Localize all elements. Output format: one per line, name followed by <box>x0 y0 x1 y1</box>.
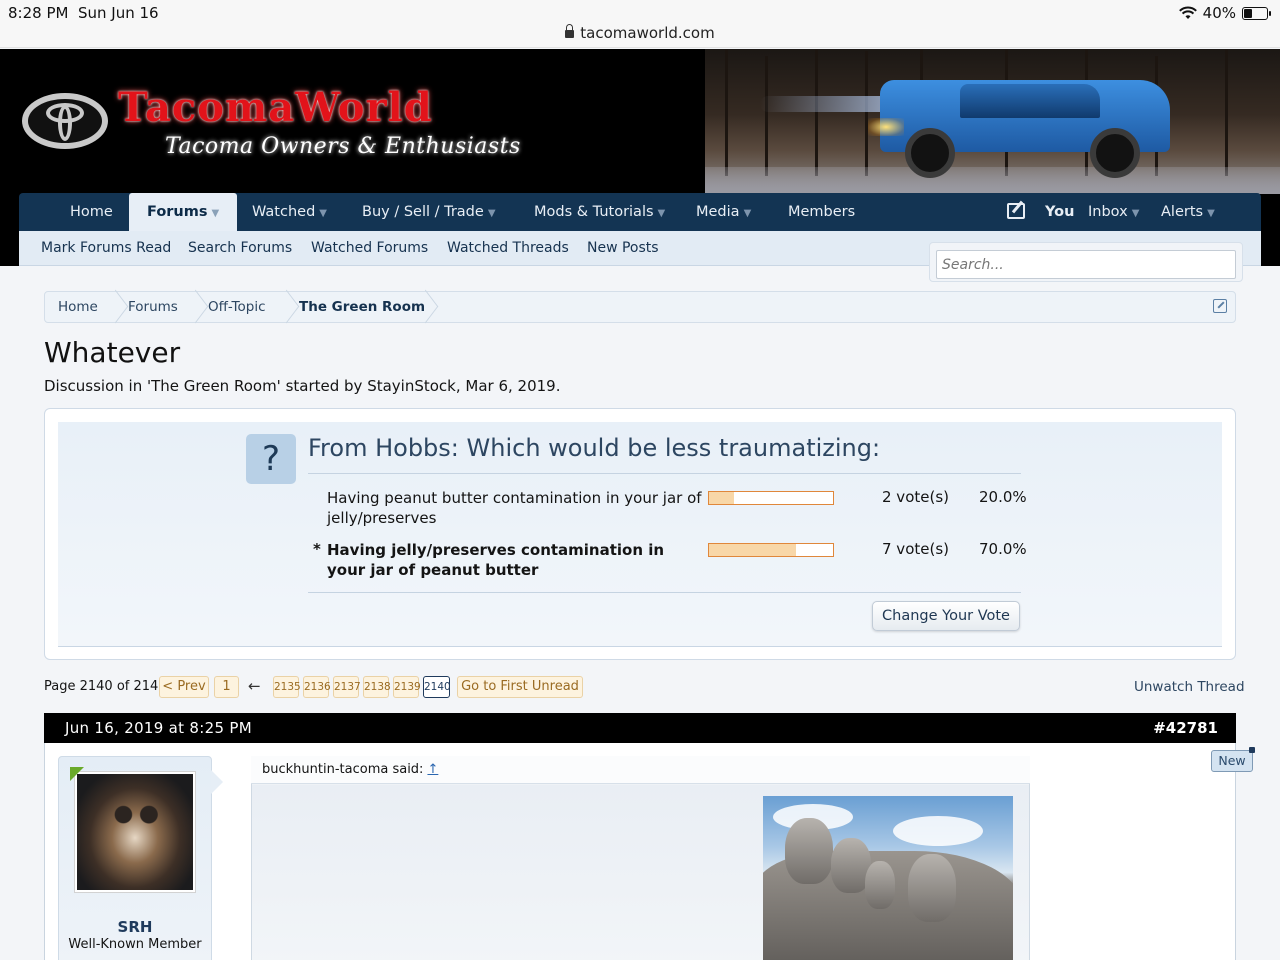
subnav-new-posts[interactable]: New Posts <box>587 231 659 265</box>
wifi-icon <box>1178 6 1197 19</box>
status-indicators: 40% <box>1178 4 1271 22</box>
breadcrumb-separator <box>107 292 121 322</box>
battery-icon <box>1242 6 1271 20</box>
poll-divider <box>308 592 1021 593</box>
site-tagline: Tacoma Owners & Enthusiasts <box>165 134 521 159</box>
page-2140-current[interactable]: 2140 <box>423 676 451 698</box>
subnav-watched-threads[interactable]: Watched Threads <box>447 231 569 265</box>
subnav-search-forums[interactable]: Search Forums <box>188 231 292 265</box>
nav-forums[interactable]: Forums ▼ <box>129 193 238 231</box>
quoted-image[interactable] <box>763 796 1013 960</box>
dropdown-arrow-icon: ▼ <box>743 208 752 219</box>
nav-members[interactable]: Members <box>788 193 855 231</box>
nav-watched[interactable]: Watched ▼ <box>252 193 327 231</box>
post-header: Jun 16, 2019 at 8:25 PM #42781 <box>44 713 1236 743</box>
breadcrumb-separator <box>417 292 431 322</box>
address-bar[interactable]: tacomaworld.com <box>0 24 1280 42</box>
breadcrumb-home[interactable]: Home <box>58 292 98 322</box>
poll-option-2-percent: 70.0% <box>979 540 1027 558</box>
username[interactable]: SRH <box>58 918 212 936</box>
go-to-first-unread-button[interactable]: Go to First Unread <box>457 676 583 698</box>
page-1-button[interactable]: 1 <box>214 676 239 698</box>
left-arrow-icon[interactable]: ← <box>248 677 261 695</box>
header-truck-cab <box>960 84 1100 118</box>
truck-wheel-front <box>905 128 955 178</box>
page-2136-button[interactable]: 2136 <box>303 676 331 698</box>
poll-question: From Hobbs: Which would be less traumati… <box>308 434 881 462</box>
avatar-image <box>77 774 193 890</box>
question-mark-icon: ? <box>246 434 296 484</box>
url-text: tacomaworld.com <box>580 24 715 42</box>
breadcrumb-separator <box>278 292 292 322</box>
thread-description: Discussion in 'The Green Room' started b… <box>44 377 561 395</box>
user-title: Well-Known Member <box>68 937 202 952</box>
online-indicator-icon <box>70 767 84 781</box>
header-snow <box>705 167 1280 194</box>
unwatch-thread-link[interactable]: Unwatch Thread <box>1134 679 1245 695</box>
new-post-badge: New <box>1211 747 1255 772</box>
page-2139-button[interactable]: 2139 <box>393 676 421 698</box>
nav-alerts[interactable]: Alerts ▼ <box>1161 193 1215 231</box>
poll-option-2-votes: 7 vote(s) <box>882 540 949 558</box>
dropdown-arrow-icon: ▼ <box>211 208 220 219</box>
dropdown-arrow-icon: ▼ <box>487 208 496 219</box>
quote-jump-arrow-icon[interactable]: ↑ <box>427 762 438 777</box>
breadcrumb-separator <box>187 292 201 322</box>
status-time-date: 8:28 PM Sun Jun 16 <box>8 4 159 22</box>
poll-option-2-bar <box>708 543 834 557</box>
post-date: Jun 16, 2019 at 8:25 PM <box>65 719 252 737</box>
voted-marker: * <box>313 540 321 558</box>
truck-wheel-rear <box>1090 128 1140 178</box>
nav-you[interactable]: You <box>1045 193 1074 231</box>
change-vote-button[interactable]: Change Your Vote <box>872 601 1020 631</box>
avatar[interactable] <box>74 771 196 893</box>
breadcrumb-off-topic[interactable]: Off-Topic <box>208 292 266 322</box>
poll-option-2-text: Having jelly/preserves contamination in … <box>327 541 665 579</box>
nav-home[interactable]: Home <box>70 193 113 231</box>
poll-option-1-text: Having peanut butter contamination in yo… <box>327 489 702 527</box>
site-logo-title[interactable]: TacomaWorld <box>118 84 433 131</box>
poll-option-1-percent: 20.0% <box>979 488 1027 506</box>
poll-option-1-bar <box>708 491 834 505</box>
battery-percent: 40% <box>1202 4 1236 22</box>
search-input[interactable] <box>936 250 1236 279</box>
page-2138-button[interactable]: 2138 <box>363 676 391 698</box>
prev-page-button[interactable]: < Prev <box>159 676 209 698</box>
nav-buy-sell-trade[interactable]: Buy / Sell / Trade ▼ <box>362 193 496 231</box>
dropdown-arrow-icon: ▼ <box>1131 208 1140 219</box>
breadcrumb-forums[interactable]: Forums <box>128 292 178 322</box>
page-label: Page 2140 of 2140 <box>44 679 167 694</box>
header-headlight <box>868 118 904 136</box>
nav-media[interactable]: Media ▼ <box>696 193 751 231</box>
post-permalink[interactable]: #42781 <box>1153 719 1218 737</box>
breadcrumb-the-green-room[interactable]: The Green Room <box>299 292 425 322</box>
dropdown-arrow-icon: ▼ <box>657 208 666 219</box>
poll-option-1-votes: 2 vote(s) <box>882 488 949 506</box>
user-card-arrow <box>211 770 223 794</box>
page-2137-button[interactable]: 2137 <box>333 676 361 698</box>
compose-button[interactable] <box>1007 193 1025 231</box>
dropdown-arrow-icon: ▼ <box>319 208 327 219</box>
nav-inbox[interactable]: Inbox ▼ <box>1088 193 1139 231</box>
status-bar: 8:28 PM Sun Jun 16 40% tacomaworld.com <box>0 0 1280 48</box>
page-2135-button[interactable]: 2135 <box>273 676 301 698</box>
nav-mods-tutorials[interactable]: Mods & Tutorials ▼ <box>534 193 665 231</box>
breadcrumb: Home Forums Off-Topic The Green Room <box>44 291 1236 323</box>
poll-divider <box>308 473 1021 474</box>
lock-icon <box>565 24 575 38</box>
main-nav: Home Forums ▼ Watched ▼ Buy / Sell / Trade… <box>19 193 1261 231</box>
jump-to-icon[interactable] <box>1213 299 1227 313</box>
subnav-mark-forums-read[interactable]: Mark Forums Read <box>41 231 171 265</box>
quote-author: buckhuntin-tacoma said: ↑ <box>262 762 439 777</box>
dropdown-arrow-icon: ▼ <box>1207 208 1215 219</box>
toyota-logo[interactable] <box>22 93 108 149</box>
subnav-watched-forums[interactable]: Watched Forums <box>311 231 428 265</box>
thread-title: Whatever <box>44 336 181 369</box>
pencil-square-icon <box>1007 203 1025 219</box>
